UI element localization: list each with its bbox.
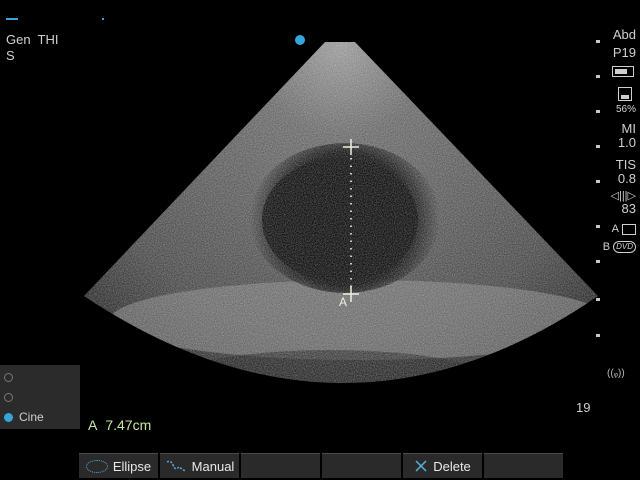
dvd-icon: DVD bbox=[613, 241, 636, 253]
manual-label: Manual bbox=[191, 458, 235, 474]
gain-value: 83 bbox=[621, 201, 636, 216]
caliper-label: A bbox=[339, 295, 348, 309]
storage-icon bbox=[618, 87, 632, 101]
radio-button-selected[interactable] bbox=[4, 412, 13, 422]
softkey-bar: Ellipse Manual Delete bbox=[79, 453, 563, 478]
storage-percent: 56% bbox=[615, 104, 636, 115]
dvd-b-row: B DVD bbox=[594, 240, 636, 254]
cine-panel: Cine bbox=[0, 365, 80, 429]
option-row-1[interactable] bbox=[4, 369, 19, 385]
ellipse-icon bbox=[85, 459, 108, 473]
measurement-readout: A 7.47cm bbox=[88, 417, 151, 433]
option-row-2[interactable] bbox=[4, 389, 19, 405]
dvd-b-label: B bbox=[602, 241, 611, 253]
depth-tick bbox=[596, 75, 600, 78]
delete-label: Delete bbox=[433, 458, 471, 474]
printer-a-label: A bbox=[611, 223, 619, 235]
softkey-empty-6[interactable] bbox=[484, 453, 563, 478]
depth-tick bbox=[596, 180, 600, 183]
measurement-value: 7.47cm bbox=[105, 417, 152, 433]
depth-tick bbox=[596, 110, 600, 113]
depth-tick bbox=[596, 334, 600, 337]
depth-value: 19 bbox=[576, 400, 591, 415]
manual-trace-icon bbox=[166, 460, 186, 472]
option-label-cine: Cine bbox=[19, 410, 44, 424]
option-row-cine[interactable]: Cine bbox=[4, 409, 44, 425]
manual-button[interactable]: Manual bbox=[160, 453, 239, 478]
mi-value: 1.0 bbox=[617, 135, 636, 150]
probe-label: P19 bbox=[612, 45, 636, 60]
delete-button[interactable]: Delete bbox=[403, 453, 482, 478]
depth-tick bbox=[596, 260, 600, 263]
ellipse-button[interactable]: Ellipse bbox=[79, 453, 158, 478]
radio-button[interactable] bbox=[4, 392, 13, 402]
delete-x-icon bbox=[415, 460, 427, 472]
printer-icon bbox=[622, 223, 636, 235]
preset-label: Abd bbox=[612, 27, 636, 42]
tis-label: TIS bbox=[615, 157, 636, 172]
depth-tick bbox=[596, 298, 600, 301]
depth-tick bbox=[596, 40, 600, 43]
tis-value: 0.8 bbox=[617, 171, 636, 186]
printer-a-row: A bbox=[594, 222, 636, 236]
battery-icon bbox=[612, 66, 634, 77]
depth-tick bbox=[596, 145, 600, 148]
radio-button[interactable] bbox=[4, 372, 13, 382]
measurement-label: A bbox=[88, 417, 98, 433]
caliper-measurement[interactable] bbox=[0, 0, 640, 480]
depth-tick bbox=[596, 225, 600, 228]
ellipse-label: Ellipse bbox=[112, 458, 152, 474]
softkey-empty-4[interactable] bbox=[322, 453, 401, 478]
mi-label: MI bbox=[621, 121, 636, 136]
parameter-panel: Abd P19 56% MI 1.0 TIS 0.8 ◁|||▷ 83 A B … bbox=[594, 28, 636, 254]
wireless-icon: ((ᵩ)) bbox=[607, 368, 625, 379]
caliper-start-cross[interactable] bbox=[343, 139, 359, 155]
softkey-empty-3[interactable] bbox=[241, 453, 320, 478]
